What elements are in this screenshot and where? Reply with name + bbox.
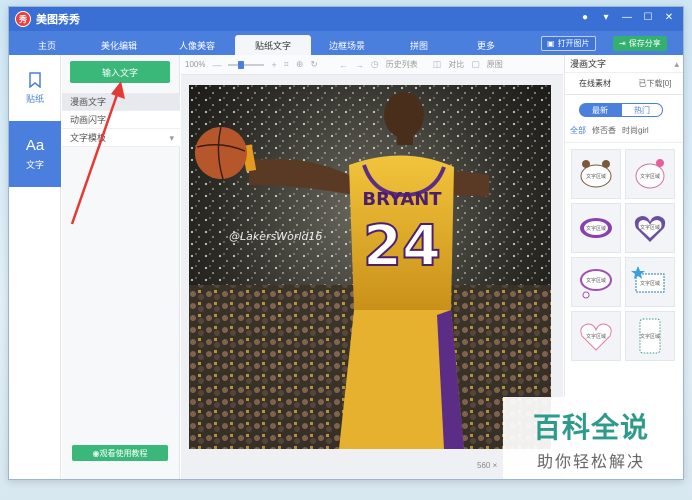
image-size-readout: 560 × bbox=[477, 461, 498, 470]
rail-label-sticker: 贴纸 bbox=[25, 93, 44, 104]
sticker-item[interactable]: 文字区域 bbox=[571, 149, 621, 199]
dotted-frame-icon: 文字区域 bbox=[639, 318, 661, 354]
filter-category-2[interactable]: 修否香 bbox=[592, 125, 616, 142]
crop-icon[interactable]: ⌗ bbox=[284, 59, 289, 70]
main-nav: 主页 美化编辑 人像美容 贴纸文字 边框场景 拼图 更多 ▣ 打开图片 ⇥ 保存… bbox=[9, 31, 683, 55]
maximize-icon[interactable]: ☐ bbox=[642, 12, 654, 24]
canvas-toolbar: 100% — + ⌗ ⊕ ↻ ← → ◷ 历史列表 ◫ 对比 ▢ 原图 bbox=[181, 55, 563, 75]
rail-label-text: 文字 bbox=[25, 160, 44, 170]
zoom-in-icon[interactable]: + bbox=[271, 60, 276, 70]
nav-tab-home[interactable]: 主页 bbox=[15, 35, 79, 55]
history-label[interactable]: 历史列表 bbox=[386, 59, 418, 70]
left-rail: 贴纸 Aa 文字 bbox=[9, 55, 61, 479]
sort-latest-button[interactable]: 最新 bbox=[579, 103, 621, 117]
compare-icon[interactable]: ◫ bbox=[433, 59, 442, 70]
close-icon[interactable]: ✕ bbox=[663, 12, 675, 24]
undo-icon[interactable]: ← bbox=[339, 60, 348, 70]
sticker-text: 文字区域 bbox=[640, 224, 660, 231]
sticker-text: 文字区域 bbox=[640, 173, 660, 180]
category-filters: 全部 修否香 时尚girl bbox=[565, 117, 683, 143]
site-watermark: 百科全说 助你轻松解决 bbox=[503, 397, 679, 479]
nav-tab-edit[interactable]: 美化编辑 bbox=[79, 35, 159, 55]
purple-splash-icon: 文字区域 bbox=[580, 218, 612, 238]
basketball-photo[interactable]: BRYANT 24 @LakersWorld16 bbox=[189, 85, 551, 449]
sort-toggle: 最新 热门 bbox=[579, 103, 683, 117]
app-window: 秀 美图秀秀 ● ▾ — ☐ ✕ 主页 美化编辑 人像美容 贴纸文字 边框场景 … bbox=[8, 6, 684, 480]
tab-downloaded[interactable]: 已下载[0] bbox=[625, 73, 683, 94]
history-icon[interactable]: ◷ bbox=[371, 59, 379, 70]
zoom-out-icon[interactable]: — bbox=[212, 60, 221, 70]
app-title: 美图秀秀 bbox=[36, 14, 80, 26]
sticker-text: 文字区域 bbox=[586, 333, 606, 340]
sticker-text: 文字区域 bbox=[640, 333, 660, 340]
sticker-item[interactable]: 文字区域 bbox=[571, 311, 621, 361]
zoom-slider-knob[interactable] bbox=[238, 60, 245, 69]
nav-tab-more[interactable]: 更多 bbox=[455, 35, 517, 55]
rail-item-text[interactable]: Aa 文字 bbox=[9, 121, 61, 187]
save-share-button[interactable]: ⇥ 保存分享 bbox=[613, 36, 667, 51]
watermark-title: 百科全说 bbox=[532, 411, 649, 444]
sticker-item[interactable]: 文字区域 bbox=[571, 257, 621, 307]
annotation-arrow bbox=[70, 81, 125, 225]
filter-all[interactable]: 全部 bbox=[570, 125, 586, 142]
redo-icon[interactable]: → bbox=[355, 60, 364, 70]
message-icon[interactable]: ● bbox=[579, 12, 591, 24]
speech-bubble-icon: 文字区域 bbox=[580, 269, 612, 299]
sticker-text: 文字区域 bbox=[640, 280, 660, 287]
rail-item-sticker[interactable]: 贴纸 bbox=[9, 55, 61, 121]
tab-online-material[interactable]: 在线素材 bbox=[565, 73, 625, 94]
menu-icon[interactable]: ▾ bbox=[600, 12, 612, 24]
sticker-text: 文字区域 bbox=[586, 173, 606, 180]
filter-fashion-girl[interactable]: 时尚girl bbox=[622, 125, 649, 142]
flower-bubble-icon: 文字区域 bbox=[635, 159, 665, 189]
heart-frame-icon: 文字区域 bbox=[634, 216, 666, 242]
export-icon: ⇥ bbox=[619, 39, 626, 48]
minimize-icon[interactable]: — bbox=[621, 12, 633, 24]
jersey-number: 24 bbox=[363, 214, 441, 279]
save-share-label: 保存分享 bbox=[628, 39, 661, 48]
magnifier-icon[interactable]: ⊕ bbox=[296, 59, 304, 70]
material-tabs: 在线素材 已下载[0] bbox=[565, 73, 683, 95]
open-image-button[interactable]: ▣ 打开图片 bbox=[541, 36, 596, 51]
title-bar: 秀 美图秀秀 ● ▾ — ☐ ✕ bbox=[9, 7, 683, 31]
sticker-grid: 文字区域 文字区域 文字区域 文字区域 文字区域 文字区域 文字区域 文字区域 bbox=[565, 143, 683, 367]
sticker-item[interactable]: 文字区域 bbox=[625, 149, 675, 199]
tutorial-label: 观看使用教程 bbox=[99, 448, 148, 458]
watermark-subtitle: 助你轻松解决 bbox=[536, 452, 645, 471]
eye-icon: ◉ bbox=[92, 448, 100, 458]
sticker-item[interactable]: 文字区域 bbox=[625, 257, 675, 307]
material-panel-title: 漫画文字 ▴ bbox=[565, 55, 683, 73]
app-logo-icon: 秀 bbox=[15, 11, 31, 27]
open-image-label: 打开图片 bbox=[557, 39, 590, 48]
chevron-down-icon: ▾ bbox=[169, 133, 174, 143]
nav-tab-collage[interactable]: 拼图 bbox=[383, 35, 455, 55]
nav-tab-beauty[interactable]: 人像美容 bbox=[159, 35, 235, 55]
rotate-icon[interactable]: ↻ bbox=[310, 59, 318, 70]
sticker-text: 文字区域 bbox=[586, 277, 606, 284]
sticker-item[interactable]: 文字区域 bbox=[571, 203, 621, 253]
material-title-label: 漫画文字 bbox=[570, 59, 607, 69]
original-label[interactable]: 原图 bbox=[487, 59, 503, 70]
sort-hot-button[interactable]: 热门 bbox=[621, 103, 663, 117]
jersey-name: BRYANT bbox=[362, 189, 442, 210]
bookmark-icon bbox=[29, 71, 41, 88]
image-icon: ▣ bbox=[547, 39, 555, 48]
sticker-text: 文字区域 bbox=[586, 225, 606, 232]
zoom-slider[interactable] bbox=[228, 60, 265, 69]
star-box-icon: 文字区域 bbox=[631, 266, 665, 293]
zoom-level: 100% bbox=[185, 60, 206, 69]
nav-tab-frames[interactable]: 边框场景 bbox=[311, 35, 383, 55]
tutorial-button[interactable]: ◉ 观看使用教程 bbox=[72, 445, 168, 461]
photo-watermark: @LakersWorld16 bbox=[229, 230, 322, 243]
original-icon[interactable]: ▢ bbox=[471, 59, 480, 70]
text-aa-icon: Aa bbox=[25, 137, 45, 154]
nav-tab-sticker-text[interactable]: 贴纸文字 bbox=[235, 35, 311, 55]
compare-label[interactable]: 对比 bbox=[448, 59, 464, 70]
sticker-item[interactable]: 文字区域 bbox=[625, 311, 675, 361]
bear-bubble-icon: 文字区域 bbox=[580, 160, 612, 188]
sticker-item[interactable]: 文字区域 bbox=[625, 203, 675, 253]
heart-bubble-icon: 文字区域 bbox=[580, 323, 612, 351]
chevron-up-icon[interactable]: ▴ bbox=[674, 55, 679, 73]
photo-illustration: BRYANT 24 @LakersWorld16 bbox=[189, 85, 551, 449]
